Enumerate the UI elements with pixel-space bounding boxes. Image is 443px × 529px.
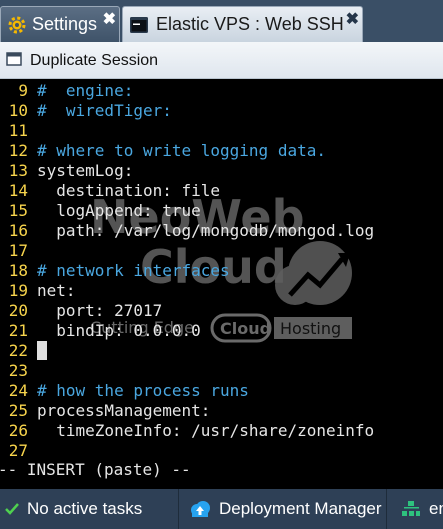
line-number: 11 [8,121,28,140]
svg-text:Hosting: Hosting [280,319,341,338]
line-number: 17 [8,241,28,260]
settings-gear-icon [7,15,27,35]
line-number: 9 [18,81,28,100]
terminal-line: 15 logAppend: true [0,201,201,221]
code-comment: # network interfaces [37,261,230,280]
line-number: 10 [8,101,28,120]
line-number: 27 [8,441,28,460]
duplicate-session-button[interactable]: Duplicate Session [6,50,158,72]
tab-settings[interactable]: Settings ✖ [0,6,120,42]
code-text: logAppend: true [37,201,201,220]
terminal-line: 24 # how the process runs [0,381,249,401]
line-number: 22 [8,341,28,360]
ssh-terminal[interactable]: NeoWeb Cloud Cutting Edge Cloud Hosting … [0,79,443,489]
terminal-line: 14 destination: file [0,181,220,201]
line-number: 21 [8,321,28,340]
terminal-line: 20 port: 27017 [0,301,163,321]
checkmark-icon [5,502,19,516]
terminal-line: 13 systemLog: [0,161,134,181]
cloud-upload-icon [189,500,211,518]
code-text: path: /var/log/mongodb/mongod.log [37,221,375,240]
line-number: 24 [8,381,28,400]
duplicate-session-label: Duplicate Session [30,52,159,69]
terminal-line: 25 processManagement: [0,401,211,421]
tab-web-ssh-close-icon[interactable]: ✖ [346,9,359,29]
line-number: 23 [8,361,28,380]
terminal-line: 17 [0,241,37,261]
line-number: 18 [8,261,28,280]
terminal-line: 11 [0,121,37,141]
line-number: 20 [8,301,28,320]
deployment-manager-label: Deployment Manager [219,499,382,518]
code-text: timeZoneInfo: /usr/share/zoneinfo [37,421,375,440]
terminal-line: 27 [0,441,37,461]
environment-tab-label: en [429,499,443,518]
line-number: 15 [8,201,28,220]
code-text: bindIp: 0.0.0.0 [37,321,201,340]
line-number: 14 [8,181,28,200]
line-number: 26 [8,421,28,440]
tab-settings-label: Settings [32,14,98,34]
terminal-line: 22 [0,341,37,361]
terminal-line: 18 # network interfaces [0,261,230,281]
line-number: 16 [8,221,28,240]
terminal-line: 10 # wiredTiger: [0,101,172,121]
code-comment: # engine: [37,81,134,100]
task-status-item[interactable]: No active tasks [0,489,178,529]
line-number: 25 [8,401,28,420]
code-text: destination: file [37,181,221,200]
code-text: processManagement: [37,401,211,420]
line-number: 13 [8,161,28,180]
task-status-label: No active tasks [27,499,143,518]
terminal-line: 9 # engine: [0,81,133,101]
code-text: systemLog: [37,161,134,180]
terminal-icon [129,15,149,35]
terminal-line: 12 # where to write logging data. [0,141,326,161]
environment-icon [401,500,421,518]
tab-settings-close-icon[interactable]: ✖ [103,9,116,29]
tab-web-ssh-label: Elastic VPS : Web SSH [156,14,344,34]
code-text: net: [37,281,76,300]
line-number: 19 [8,281,28,300]
svg-text:Cloud: Cloud [220,319,271,338]
tab-web-ssh[interactable]: Elastic VPS : Web SSH ✖ [122,6,363,42]
tab-bar: Settings ✖ Elastic VPS : Web SSH ✖ [0,0,443,42]
code-comment: # how the process runs [37,381,249,400]
terminal-line: 26 timeZoneInfo: /usr/share/zoneinfo [0,421,374,441]
vim-mode-line: -- INSERT (paste) -- [0,460,191,479]
deployment-manager-button[interactable]: Deployment Manager [178,489,387,529]
bottom-task-bar: No active tasks Deployment Manager en [0,489,443,529]
code-comment: # wiredTiger: [37,101,172,120]
duplicate-window-icon [6,51,22,72]
terminal-line: 21 bindIp: 0.0.0.0 [0,321,201,341]
terminal-line: 23 [0,361,37,381]
terminal-line: 19 net: [0,281,76,301]
terminal-cursor [37,341,47,360]
terminal-line: 16 path: /var/log/mongodb/mongod.log [0,221,374,241]
code-comment: # where to write logging data. [37,141,326,160]
environment-tab-button[interactable]: en [386,489,443,529]
code-text: port: 27017 [37,301,163,320]
line-number: 12 [8,141,28,160]
ssh-toolbar: Duplicate Session [0,42,443,79]
